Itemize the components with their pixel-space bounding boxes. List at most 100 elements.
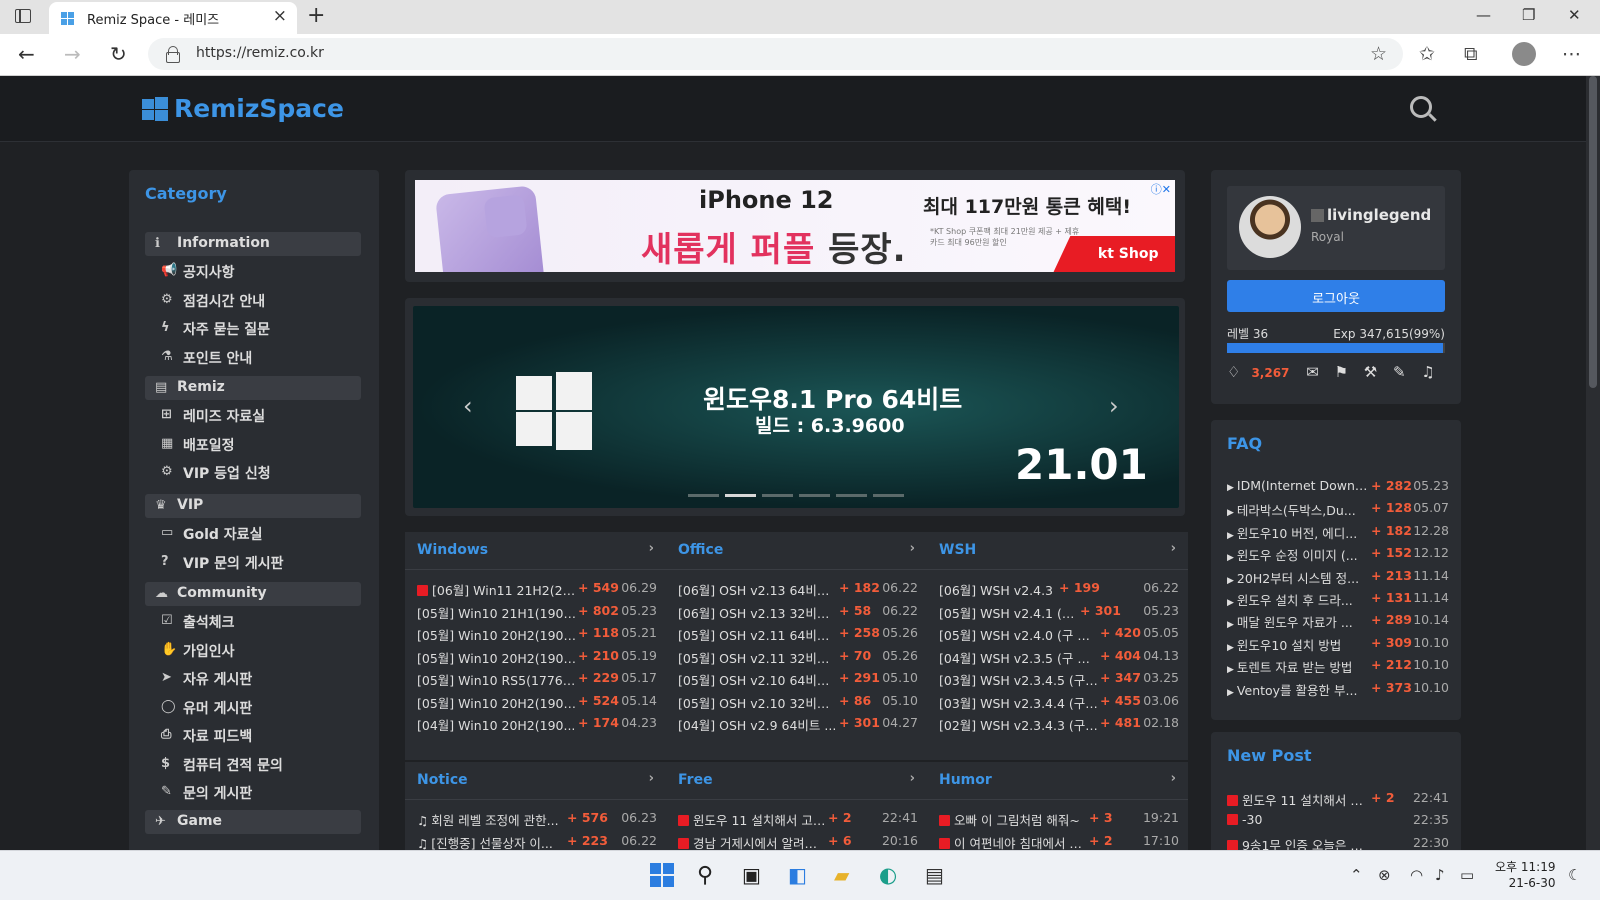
tray-chevron-icon[interactable]: ⌃ xyxy=(1350,866,1363,884)
list-item[interactable]: 윈도우 11 설치해서 고... + 2 22:41 xyxy=(1227,790,1449,808)
list-item[interactable]: ♫ [진행중] 선물상자 이... + 223 06.22 xyxy=(417,833,657,851)
list-item[interactable]: [04월] WSH v2.3.5 (구 필... + 404 04.13 xyxy=(939,648,1179,666)
chevron-right-icon[interactable]: › xyxy=(910,541,915,556)
list-item[interactable]: [06월] OSH v2.13 32비트 (... + 58 06.22 xyxy=(678,603,918,621)
sidebar-item[interactable]: ⊞ 레미즈 자료실 xyxy=(161,406,265,426)
sidebar-item[interactable]: ⚗ 포인트 안내 xyxy=(161,348,252,368)
store-icon[interactable]: ▤ xyxy=(925,863,951,889)
volume-icon[interactable]: ♪ xyxy=(1435,866,1445,884)
list-item[interactable]: ▶ 윈도우10 버전, 에디... + 182 12.28 xyxy=(1227,523,1449,541)
user-avatar[interactable] xyxy=(1239,196,1301,258)
sidebar-item[interactable]: ▭ Gold 자료실 xyxy=(161,524,262,544)
list-item[interactable]: ▶ 테라박스(두박스,Du... + 128 05.07 xyxy=(1227,500,1449,518)
list-item[interactable]: [05월] Win10 RS5(17763.1...+ 22905.17 xyxy=(417,670,657,688)
list-item[interactable]: 오빠 이 그림처럼 해줘~ + 3 19:21 xyxy=(939,810,1179,828)
sidebar-group-information[interactable]: ℹ Information xyxy=(145,232,361,256)
list-item[interactable]: [04월] OSH v2.9 64비트 ... + 301 04.27 xyxy=(678,715,918,733)
sidebar-item[interactable]: ⚙ VIP 등업 신청 xyxy=(161,463,271,483)
browser-tab[interactable]: Remiz Space - 레미즈 × xyxy=(49,2,297,34)
list-item[interactable]: [05월] Win10 20H2(1904... + 524 05.14 xyxy=(417,693,657,711)
list-item[interactable]: [05월] OSH v2.10 64비트 ... + 291 05.10 xyxy=(678,670,918,688)
list-item[interactable]: [05월] Win10 20H2(1904... + 210 05.19 xyxy=(417,648,657,666)
sidebar-item[interactable]: ? VIP 문의 게시판 xyxy=(161,553,283,573)
slider-dot[interactable] xyxy=(799,494,830,497)
list-item[interactable]: [02월] WSH v2.3.4.3 (구 ... + 481 02.18 xyxy=(939,715,1179,733)
slider-prev-icon[interactable]: ‹ xyxy=(463,392,473,420)
list-item[interactable]: [05월] OSH v2.11 64비트 ... + 258 05.26 xyxy=(678,625,918,643)
board-title[interactable]: Humor › xyxy=(927,762,1188,800)
task-view-icon[interactable]: ▣ xyxy=(742,863,768,889)
minimize-icon[interactable]: — xyxy=(1476,6,1491,24)
list-item[interactable]: -30 22:35 xyxy=(1227,812,1449,830)
list-item[interactable]: 경남 거제시에서 알려드... + 6 20:16 xyxy=(678,833,918,851)
chevron-right-icon[interactable]: › xyxy=(1171,771,1176,786)
list-item[interactable]: [05월] WSH v2.4.0 (구 필... + 420 05.05 xyxy=(939,625,1179,643)
list-item[interactable]: ▶ 윈도우 설치 후 드라... + 131 11.14 xyxy=(1227,590,1449,608)
slider-dot[interactable] xyxy=(688,494,719,497)
sidebar-group-remiz[interactable]: ▤ Remiz xyxy=(145,376,361,400)
sidebar-item[interactable]: ◯ 유머 게시판 xyxy=(161,698,252,718)
search-taskbar-icon[interactable]: ⚲ xyxy=(697,863,723,889)
list-item[interactable]: ▶ 토렌트 자료 받는 방법 + 212 10.10 xyxy=(1227,657,1449,675)
list-item[interactable]: [06월] Win11 21H2(22... + 549 06.29 xyxy=(417,580,657,598)
user-points[interactable]: 3,267 xyxy=(1251,366,1289,380)
sidebar-item[interactable]: ϟ 자주 묻는 질문 xyxy=(161,319,270,339)
slider-dot[interactable] xyxy=(873,494,904,497)
wrench-icon[interactable]: ⚒ xyxy=(1364,363,1377,381)
bookmark-icon[interactable]: ⚑ xyxy=(1335,363,1348,381)
sidebar-group-game[interactable]: ✈ Game xyxy=(145,810,361,834)
slider-next-icon[interactable]: › xyxy=(1109,392,1119,420)
sidebar-item[interactable]: ⚙ 점검시간 안내 xyxy=(161,291,265,311)
sidebar-item[interactable]: 📢 공지사항 xyxy=(161,262,235,282)
list-item[interactable]: [06월] OSH v2.13 64비트... + 182 06.22 xyxy=(678,580,918,598)
list-item[interactable]: ▶ IDM(Internet Downl... + 282 05.23 xyxy=(1227,478,1449,496)
chevron-right-icon[interactable]: › xyxy=(910,771,915,786)
ad-banner[interactable]: iPhone 12 새롭게 퍼플 등장. 최대 117만원 통큰 혜택! *KT… xyxy=(415,180,1175,272)
forward-icon[interactable]: → xyxy=(64,42,81,66)
close-window-icon[interactable]: ✕ xyxy=(1568,6,1581,24)
list-item[interactable]: [05월] OSH v2.11 32비트 (... + 70 05.26 xyxy=(678,648,918,666)
list-item[interactable]: 윈도우 11 설치해서 고급... + 2 22:41 xyxy=(678,810,918,828)
list-item[interactable]: [03월] WSH v2.3.4.5 (구 ... + 347 03.25 xyxy=(939,670,1179,688)
reload-icon[interactable]: ↻ xyxy=(110,42,127,66)
favorites-icon[interactable]: ✩ xyxy=(1419,43,1435,65)
diamond-icon[interactable]: ♢ xyxy=(1227,363,1240,381)
list-item[interactable]: ▶ Ventoy를 활용한 부... + 373 10.10 xyxy=(1227,680,1449,698)
slider-dot[interactable] xyxy=(762,494,793,497)
slider-dot[interactable] xyxy=(725,494,756,497)
faq-title[interactable]: FAQ xyxy=(1227,434,1262,453)
list-item[interactable]: ▶ 윈도우10 설치 방법 + 309 10.10 xyxy=(1227,635,1449,653)
chevron-right-icon[interactable]: › xyxy=(1171,541,1176,556)
scrollbar-thumb[interactable] xyxy=(1589,76,1597,388)
board-title[interactable]: Notice › xyxy=(405,762,666,800)
profile-avatar-icon[interactable] xyxy=(1512,42,1536,66)
list-item[interactable]: [05월] OSH v2.10 32비트 (... + 86 05.10 xyxy=(678,693,918,711)
list-item[interactable]: 이 여편네야 침대에서 별... + 2 17:10 xyxy=(939,833,1179,851)
slider-dots[interactable] xyxy=(688,482,910,497)
list-item[interactable]: [05월] Win10 20H2(1904... + 118 05.21 xyxy=(417,625,657,643)
sidebar-item[interactable]: $ 컴퓨터 견적 문의 xyxy=(161,755,283,775)
sidebar-item[interactable]: ⎙ 자료 피드백 xyxy=(161,726,252,746)
board-title[interactable]: Windows › xyxy=(405,532,666,570)
list-item[interactable]: ▶ 20H2부터 시스템 정... + 213 11.14 xyxy=(1227,568,1449,586)
edge-icon[interactable]: ◐ xyxy=(879,863,905,889)
system-clock[interactable]: 오후 11:19 21-6-30 xyxy=(1495,859,1555,891)
list-item[interactable]: [03월] WSH v2.3.4.4 (구 ... + 455 03.06 xyxy=(939,693,1179,711)
pencil-icon[interactable]: ✎ xyxy=(1393,363,1406,381)
board-title[interactable]: WSH › xyxy=(927,532,1188,570)
list-item[interactable]: ♫ 회원 레벨 조정에 관한... + 576 06.23 xyxy=(417,810,657,828)
file-explorer-icon[interactable]: ▰ xyxy=(834,863,860,889)
board-title[interactable]: Office › xyxy=(666,532,927,570)
start-icon[interactable] xyxy=(650,863,676,889)
notification-icon[interactable]: ☾ xyxy=(1568,866,1581,884)
sidebar-item[interactable]: ✋ 가입인사 xyxy=(161,641,235,661)
bell-icon[interactable]: ♫ xyxy=(1421,363,1434,381)
collections-icon[interactable]: ⧉ xyxy=(1464,43,1478,65)
sidebar-item[interactable]: ▦ 배포일정 xyxy=(161,435,235,455)
new-post-title[interactable]: New Post xyxy=(1227,746,1311,765)
list-item[interactable]: ▶ 윈도우 순정 이미지 (... + 152 12.12 xyxy=(1227,545,1449,563)
chevron-right-icon[interactable]: › xyxy=(649,541,654,556)
sidebar-group-vip[interactable]: ♛ VIP xyxy=(145,494,361,518)
list-item[interactable]: [05월] Win10 21H1(1904... + 802 05.23 xyxy=(417,603,657,621)
new-tab-button[interactable]: + xyxy=(307,3,325,28)
